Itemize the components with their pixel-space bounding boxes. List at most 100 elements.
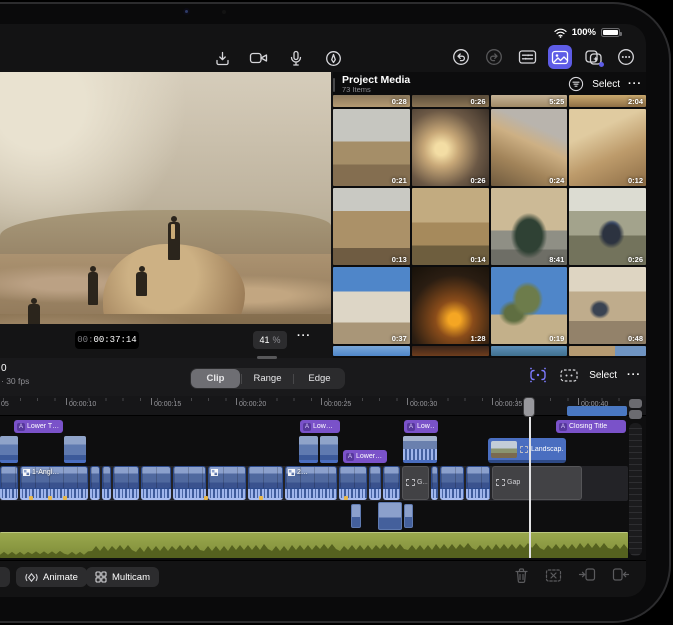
cutoff-button[interactable] <box>0 567 10 587</box>
media-thumbnail[interactable]: 0:26 <box>412 109 489 186</box>
video-clip[interactable]: 1-Angl… <box>20 466 88 500</box>
video-clip[interactable] <box>339 466 367 500</box>
video-clip[interactable] <box>248 466 283 500</box>
connected-clip[interactable] <box>320 436 338 463</box>
multicam-button[interactable]: Multicam <box>86 567 159 587</box>
append-icon[interactable] <box>612 567 630 582</box>
video-clip[interactable] <box>173 466 206 500</box>
filter-icon[interactable] <box>568 76 584 92</box>
pencil-button[interactable] <box>321 46 345 70</box>
playhead-handle[interactable] <box>523 397 535 417</box>
media-thumbnail[interactable] <box>491 346 568 356</box>
media-thumbnail[interactable]: 0:26 <box>412 95 489 107</box>
mic-button[interactable] <box>284 46 308 70</box>
timeline-select-button[interactable]: Select <box>589 370 617 381</box>
clip-marker[interactable] <box>204 496 208 500</box>
media-thumbnail[interactable] <box>333 346 410 356</box>
video-clip[interactable] <box>431 466 438 500</box>
overwrite-icon[interactable] <box>578 567 596 582</box>
media-thumbnail[interactable]: 8:41 <box>491 188 568 265</box>
panel-resize-handle[interactable] <box>333 78 335 92</box>
connected-clip-below[interactable] <box>351 504 361 528</box>
media-thumbnail[interactable]: 1:28 <box>412 267 489 344</box>
timeline-more-button[interactable]: ··· <box>627 369 641 381</box>
title-clip[interactable]: AClosing Title <box>556 420 626 433</box>
connected-clip[interactable] <box>403 436 437 463</box>
media-thumbnail[interactable]: 0:12 <box>569 109 646 186</box>
media-select-button[interactable]: Select <box>592 79 620 90</box>
connected-clip[interactable] <box>299 436 318 463</box>
more-icon <box>617 48 635 66</box>
media-thumbnail[interactable]: 0:37 <box>333 267 410 344</box>
media-thumbnail[interactable]: 0:13 <box>333 188 410 265</box>
media-thumbnail[interactable]: 0:14 <box>412 188 489 265</box>
clip-marker[interactable] <box>63 496 67 500</box>
video-clip[interactable] <box>0 466 18 500</box>
trash-icon[interactable] <box>514 567 529 584</box>
media-thumbnail[interactable]: 2:04 <box>569 95 646 107</box>
clip-marker[interactable] <box>48 496 52 500</box>
redo-button[interactable] <box>482 45 506 69</box>
timeline-scroll-handle-top[interactable] <box>629 399 642 408</box>
clip-marker[interactable] <box>259 496 263 500</box>
clip-marker[interactable] <box>344 496 348 500</box>
title-clip[interactable]: ALow… <box>300 420 340 433</box>
video-clip[interactable] <box>141 466 171 500</box>
video-clip[interactable] <box>440 466 464 500</box>
playhead-line[interactable] <box>529 415 531 558</box>
animate-button[interactable]: Animate <box>16 567 87 587</box>
effects-button[interactable] <box>581 45 605 69</box>
media-thumbnail[interactable]: 0:28 <box>333 95 410 107</box>
tool-edge[interactable]: Edge <box>295 369 344 388</box>
media-thumbnail[interactable]: 5:25 <box>491 95 568 107</box>
camera-button[interactable] <box>247 46 271 70</box>
connected-landscape-clip[interactable]: Landscap… <box>488 438 566 463</box>
title-clip[interactable]: ALower… <box>343 450 387 463</box>
media-more-button[interactable]: ··· <box>628 78 642 90</box>
timeline-scrollbar[interactable] <box>629 423 642 556</box>
undo-button[interactable] <box>449 45 473 69</box>
media-thumbnail[interactable]: 0:19 <box>491 267 568 344</box>
clip-overview-icon[interactable] <box>559 367 579 384</box>
viewer-more-button[interactable]: ··· <box>297 330 311 342</box>
connected-clip-below[interactable] <box>404 504 413 528</box>
media-thumbnail[interactable]: 0:48 <box>569 267 646 344</box>
viewer-zoom-control[interactable]: 41% <box>253 331 287 349</box>
connected-clip[interactable] <box>0 436 18 463</box>
gap-clip[interactable]: G… <box>402 466 429 500</box>
blade-icon[interactable] <box>545 567 562 584</box>
media-thumbnail[interactable] <box>412 346 489 356</box>
connected-clip-below[interactable] <box>378 502 402 530</box>
title-clip[interactable]: ALower T… <box>14 420 63 433</box>
video-clip[interactable] <box>383 466 400 500</box>
snapping-icon[interactable] <box>527 366 549 384</box>
timeline-scroll-handle-bottom[interactable] <box>629 410 642 419</box>
media-thumbnail[interactable] <box>569 346 646 356</box>
video-clip[interactable] <box>102 466 111 500</box>
gap-clip[interactable]: Gap <box>492 466 582 500</box>
connected-clip[interactable] <box>64 436 86 463</box>
title-clip[interactable]: ALow… <box>404 420 438 433</box>
tool-clip[interactable]: Clip <box>191 369 240 388</box>
media-thumbnail[interactable]: 0:26 <box>569 188 646 265</box>
media-thumbnail[interactable]: 0:24 <box>491 109 568 186</box>
video-clip[interactable] <box>113 466 139 500</box>
inspector-button[interactable] <box>515 45 539 69</box>
clip-duration: 0:26 <box>470 97 485 106</box>
media-browser-button[interactable] <box>548 45 572 69</box>
import-button[interactable] <box>210 46 234 70</box>
timecode-display[interactable]: 00:00:37:14 <box>75 331 139 349</box>
video-clip[interactable] <box>208 466 246 500</box>
more-button[interactable] <box>614 45 638 69</box>
connected-clip-bar[interactable] <box>567 406 627 416</box>
media-thumbnail[interactable]: 0:21 <box>333 109 410 186</box>
video-clip[interactable]: 2… <box>285 466 337 500</box>
clip-marker[interactable] <box>29 496 33 500</box>
video-clip[interactable] <box>369 466 381 500</box>
tool-range[interactable]: Range <box>243 369 292 388</box>
video-clip[interactable] <box>466 466 490 500</box>
video-clip[interactable] <box>90 466 100 500</box>
music-track[interactable] <box>0 532 628 558</box>
timeline-resize-handle[interactable] <box>257 356 277 359</box>
bottom-toolbar: Animate Multicam <box>0 560 646 597</box>
